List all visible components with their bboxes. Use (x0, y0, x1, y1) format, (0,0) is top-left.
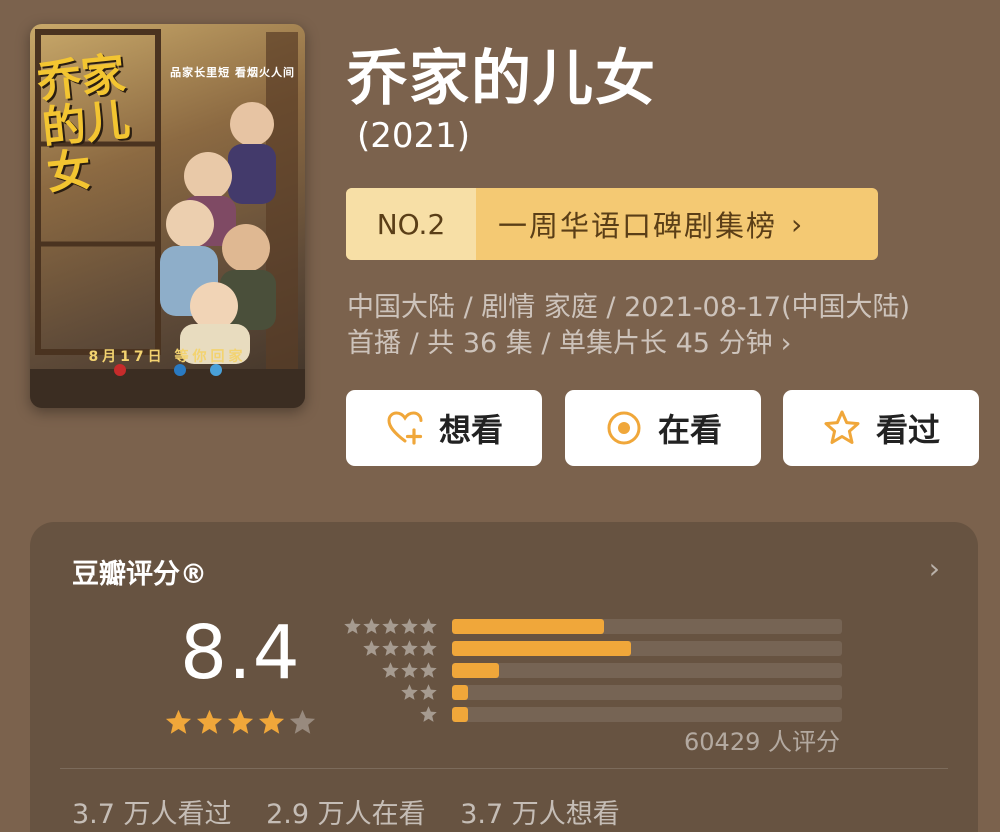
meta-line-2: 首播 / 共 36 集 / 单集片长 45 分钟 (347, 328, 773, 359)
distribution-bar-fill (452, 684, 468, 700)
target-icon (607, 411, 641, 445)
audience-stats: 3.7 万人看过 2.9 万人在看 3.7 万人想看 (72, 792, 646, 831)
star-icon (401, 683, 418, 700)
stat-watched: 3.7 万人看过 (72, 799, 232, 830)
rating-distribution-row (340, 615, 842, 637)
stat-want: 3.7 万人想看 (460, 799, 620, 830)
poster-date: 8月17日 等你回家 (88, 349, 247, 365)
rating-distribution-row (340, 637, 842, 659)
distribution-stars (340, 639, 438, 658)
star-empty-icon (289, 709, 316, 734)
star-icon (382, 639, 399, 656)
rating-title: 豆瓣评分® (72, 559, 207, 590)
star-icon (382, 661, 399, 678)
ranking-number: NO.2 (346, 188, 476, 260)
star-filled-icon (196, 709, 223, 734)
star-icon (363, 617, 380, 634)
distribution-bar-track (452, 684, 842, 700)
rating-distribution-row (340, 681, 842, 703)
star-icon (420, 705, 437, 722)
star-icon (363, 639, 380, 656)
distribution-bar-fill (452, 662, 499, 678)
heart-plus-icon (387, 411, 423, 445)
distribution-bar-fill (452, 706, 468, 722)
want-to-watch-label: 想看 (438, 411, 503, 449)
chevron-right-icon: › (791, 207, 805, 241)
chevron-right-icon[interactable]: › (929, 552, 940, 585)
star-filled-icon (258, 709, 285, 734)
distribution-bar-fill (452, 618, 605, 634)
distribution-bar-track (452, 706, 842, 722)
watching-button[interactable]: 在看 (565, 390, 761, 466)
star-icon (420, 617, 437, 634)
ranking-label: 一周华语口碑剧集榜 (498, 209, 778, 243)
poster-image[interactable]: 乔家的儿女 品家长里短 看烟火人间 8月17日 等你回家 (30, 24, 305, 408)
distribution-bar-fill (452, 640, 632, 656)
distribution-stars (340, 705, 438, 724)
distribution-stars (340, 661, 438, 680)
show-year: (2021) (357, 116, 471, 156)
meta-line-1: 中国大陆 / 剧情 家庭 / 2021-08-17(中国大陆) (347, 292, 911, 323)
star-icon (401, 639, 418, 656)
star-filled-icon (227, 709, 254, 734)
rating-score: 8.4 (180, 610, 301, 696)
rating-distribution-row (340, 659, 842, 681)
watched-button[interactable]: 看过 (783, 390, 979, 466)
show-meta[interactable]: 中国大陆 / 剧情 家庭 / 2021-08-17(中国大陆) 首播 / 共 3… (347, 290, 987, 362)
divider (60, 768, 948, 769)
distribution-stars (340, 617, 438, 636)
distribution-bar-track (452, 662, 842, 678)
ranking-badge[interactable]: NO.2 一周华语口碑剧集榜 › (346, 188, 878, 260)
star-filled-icon (165, 709, 192, 734)
poster-slogan: 品家长里短 看烟火人间 (170, 66, 295, 79)
star-icon (382, 617, 399, 634)
distribution-bar-track (452, 640, 842, 656)
distribution-bar-track (452, 618, 842, 634)
meta-line-2-container: 首播 / 共 36 集 / 单集片长 45 分钟 › (347, 326, 987, 362)
rating-stars (164, 708, 319, 737)
chevron-right-icon: › (780, 328, 792, 359)
distribution-stars (340, 683, 438, 702)
ranking-label-container: 一周华语口碑剧集榜 › (476, 188, 878, 260)
star-icon (344, 617, 361, 634)
watching-label: 在看 (657, 411, 722, 449)
watched-label: 看过 (875, 411, 940, 449)
want-to-watch-button[interactable]: 想看 (346, 390, 542, 466)
poster-title-art: 乔家的儿女 (34, 48, 133, 201)
star-icon (420, 639, 437, 656)
star-icon (420, 661, 437, 678)
star-icon (401, 617, 418, 634)
rating-card: 豆瓣评分® › 8.4 60429 人评分 3.7 万人看过 2.9 万人在看 … (30, 522, 978, 832)
star-icon (420, 683, 437, 700)
rating-count: 60429 人评分 (684, 728, 840, 756)
star-outline-icon (824, 410, 860, 444)
star-icon (401, 661, 418, 678)
stat-watching: 2.9 万人在看 (266, 799, 426, 830)
show-title: 乔家的儿女 (347, 44, 657, 114)
